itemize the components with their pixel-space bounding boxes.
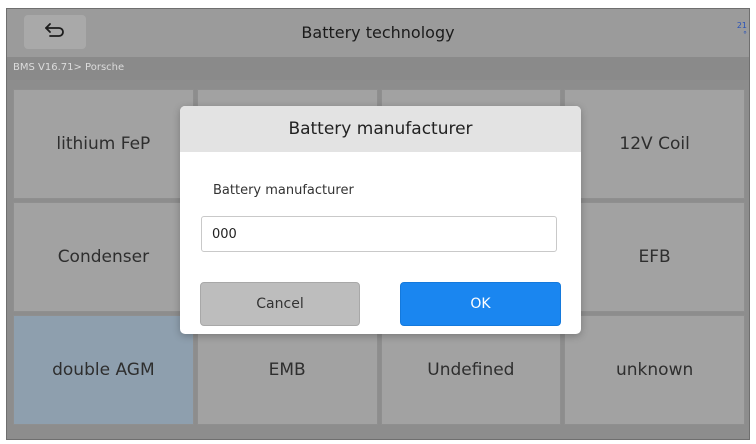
breadcrumb: BMS V16.71> Porsche xyxy=(13,62,125,73)
dialog-title: Battery manufacturer xyxy=(180,106,581,152)
option-tile[interactable]: 12V Coil xyxy=(564,89,745,199)
cancel-button[interactable]: Cancel xyxy=(200,282,360,326)
manufacturer-input[interactable] xyxy=(201,216,557,252)
option-tile[interactable]: Condenser xyxy=(13,202,194,312)
option-tile[interactable]: lithium FeP xyxy=(13,89,194,199)
breadcrumb-bar: BMS V16.71> Porsche xyxy=(7,58,749,80)
battery-manufacturer-dialog: Battery manufacturer Battery manufacture… xyxy=(180,106,581,334)
status-text-2: ° xyxy=(743,30,747,39)
status-indicator: 21 ° xyxy=(733,21,747,39)
option-tile[interactable]: unknown xyxy=(564,315,745,425)
top-bar: Battery technology 21 ° xyxy=(7,9,749,58)
option-tile-selected[interactable]: double AGM xyxy=(13,315,194,425)
field-label: Battery manufacturer xyxy=(213,183,354,198)
status-text-1: 21 xyxy=(736,21,747,30)
ok-button[interactable]: OK xyxy=(400,282,561,326)
option-tile[interactable]: EFB xyxy=(564,202,745,312)
page-title: Battery technology xyxy=(301,23,455,42)
